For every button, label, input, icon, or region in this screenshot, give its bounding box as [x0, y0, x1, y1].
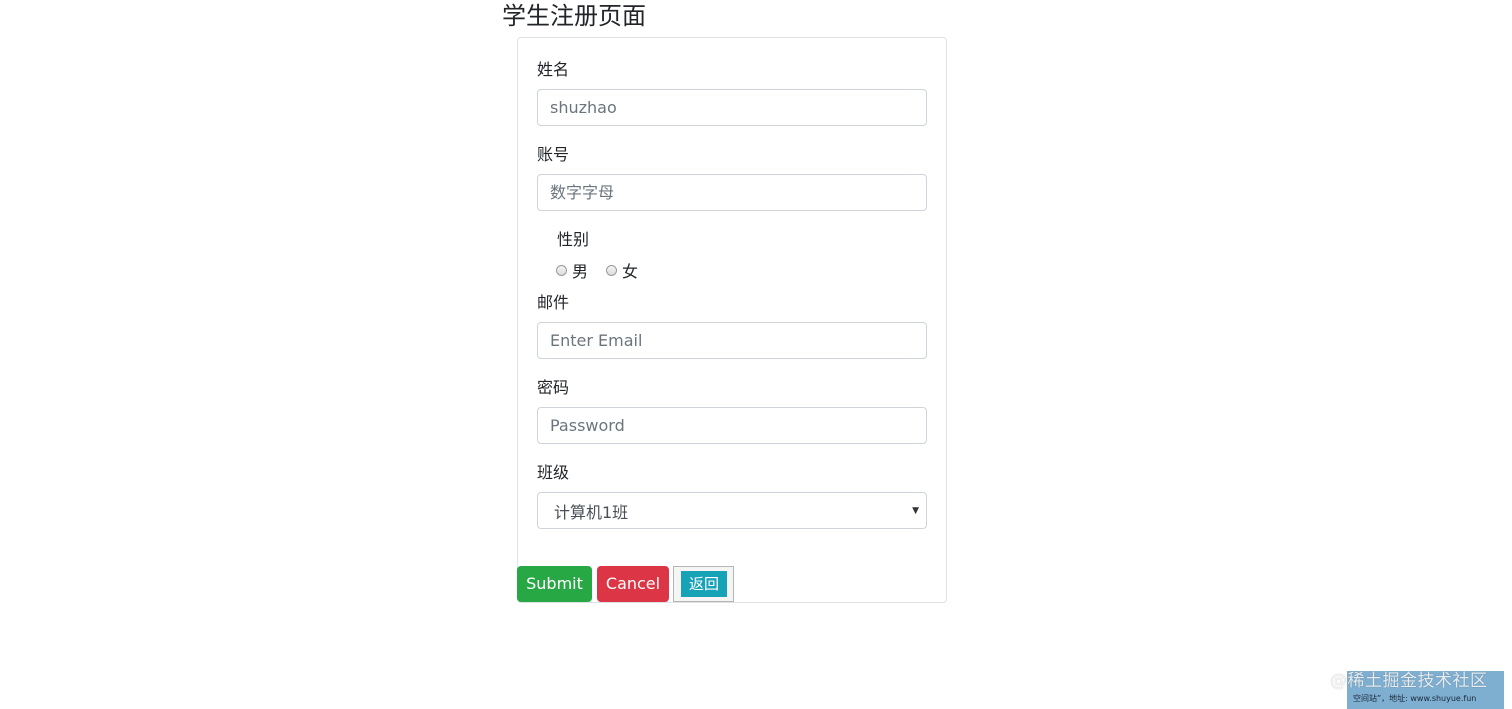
gender-option-female[interactable]: 女: [606, 258, 638, 282]
cancel-button[interactable]: Cancel: [597, 566, 669, 602]
class-select[interactable]: 计算机1班 ▼: [537, 492, 927, 529]
password-label: 密码: [537, 378, 570, 397]
back-button-frame: 返回: [673, 566, 734, 602]
watermark-text: 空间站”，地址: www.shuyue.fun: [1353, 694, 1477, 703]
account-input[interactable]: [537, 174, 927, 211]
email-label: 邮件: [537, 293, 570, 312]
chevron-down-icon: ▼: [912, 505, 919, 516]
password-input[interactable]: [537, 407, 927, 444]
name-input[interactable]: [537, 89, 927, 126]
gender-male-label: 男: [572, 262, 589, 281]
back-button[interactable]: 返回: [681, 571, 727, 597]
class-label: 班级: [537, 463, 570, 482]
account-label: 账号: [537, 145, 570, 164]
submit-button[interactable]: Submit: [517, 566, 592, 602]
gender-radio-group: 男 女: [556, 258, 656, 282]
registration-page: 学生注册页面 姓名 账号 性别 男 女 邮件 密码 班级 计算机1班 ▼ Sub…: [0, 0, 1512, 709]
gender-female-label: 女: [622, 262, 639, 281]
radio-male[interactable]: [556, 264, 567, 276]
name-label: 姓名: [537, 60, 570, 79]
email-input[interactable]: [537, 322, 927, 359]
gender-label: 性别: [557, 230, 590, 249]
page-title: 学生注册页面: [502, 2, 646, 30]
gender-option-male[interactable]: 男: [556, 258, 588, 282]
class-select-value: 计算机1班: [554, 502, 629, 522]
radio-female[interactable]: [606, 264, 618, 276]
watermark-overlay: @稀土掘金技术社区: [1330, 671, 1488, 691]
